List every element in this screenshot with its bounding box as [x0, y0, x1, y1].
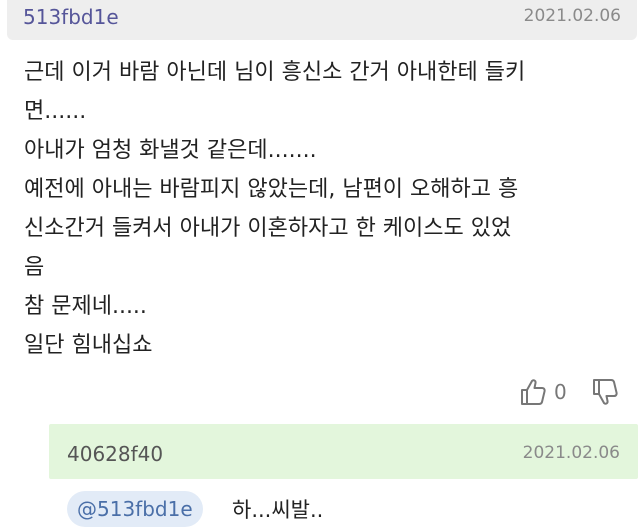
comment-date: 2021.02.06: [523, 6, 621, 26]
comment-line: 예전에 아내는 바람피지 않았는데, 남편이 오해하고 흥: [24, 177, 519, 202]
comment-line: 면......: [24, 99, 87, 124]
reply-author[interactable]: 40628f40: [67, 442, 163, 466]
comment-line: 음: [24, 255, 45, 280]
like-button[interactable]: 0: [520, 372, 567, 412]
comment-header: 513fbd1e 2021.02.06: [7, 0, 637, 40]
mention-tag[interactable]: @513fbd1e: [67, 491, 203, 527]
comment-body: 근데 이거 바람 아닌데 님이 흥신소 간거 아내한테 들키 면...... 아…: [24, 53, 624, 365]
comment-author[interactable]: 513fbd1e: [23, 5, 119, 29]
reply-date: 2021.02.06: [522, 443, 620, 463]
like-count: 0: [554, 380, 567, 404]
thumbs-down-icon: [592, 378, 618, 406]
comment-line: 신소간거 들켜서 아내가 이혼하자고 한 케이스도 있었: [24, 216, 512, 241]
thumbs-up-icon: [520, 378, 546, 406]
reply-header: 40628f40 2021.02.06: [49, 424, 638, 479]
reply-text: 하...씨발..: [232, 498, 324, 522]
comment-line: 참 문제네.....: [24, 294, 147, 319]
dislike-button[interactable]: [592, 372, 618, 412]
comment-line: 일단 힘내십쇼: [24, 333, 153, 358]
comment-line: 아내가 엄청 화낼것 같은데.......: [24, 138, 317, 163]
comment-line: 근데 이거 바람 아닌데 님이 흥신소 간거 아내한테 들키: [24, 60, 526, 85]
